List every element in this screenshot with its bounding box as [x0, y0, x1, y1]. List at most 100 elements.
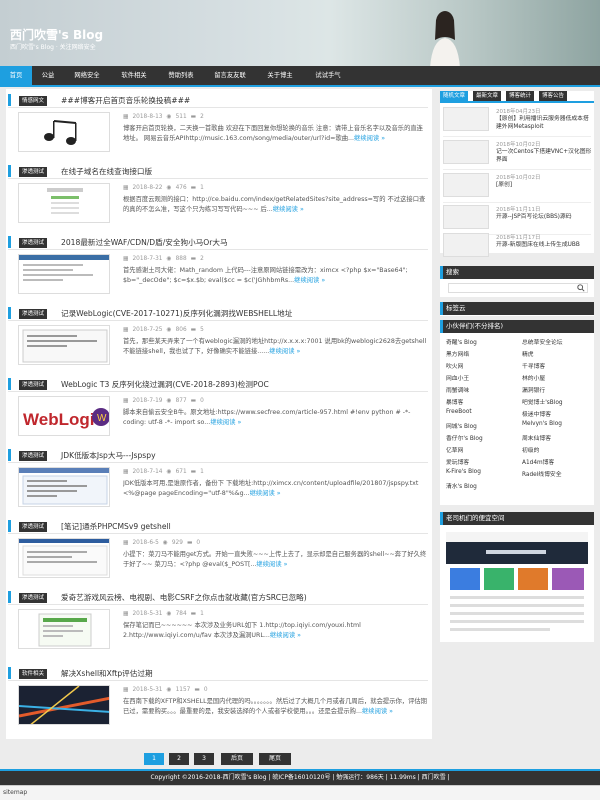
nav-item-about[interactable]: 关于博主 — [256, 66, 304, 85]
friend-link[interactable]: 爱玩博客 — [446, 457, 469, 466]
nav-item-software[interactable]: 软件相关 — [111, 66, 157, 85]
article-thumbnail[interactable] — [443, 107, 489, 131]
post-thumbnail[interactable] — [18, 325, 110, 365]
read-more-link[interactable]: 继续阅读 » — [294, 277, 325, 284]
post-comments[interactable]: 0 — [204, 687, 208, 693]
friend-link[interactable]: A1d4m博客 — [522, 457, 554, 466]
nav-item-links[interactable]: 留言友友联 — [205, 66, 255, 85]
recent-article[interactable]: 2018年11月17日 开源-新版图床在线上传生成UBB — [440, 231, 594, 261]
friend-link[interactable]: K-Fire's Blog — [446, 469, 481, 475]
friend-link[interactable]: 漏洞银行 — [522, 385, 545, 394]
post-comments[interactable]: 2 — [200, 256, 204, 262]
friend-link[interactable]: 网城's Blog — [446, 421, 477, 430]
friend-link[interactable]: 亿草网 — [446, 445, 463, 454]
friend-link[interactable]: 雨蟹调味 — [446, 385, 469, 394]
article-thumbnail[interactable] — [443, 173, 489, 197]
post-category[interactable]: 情感网文 — [19, 96, 48, 106]
post-title[interactable]: ###博客开启首页音乐轮换投稿### — [61, 95, 190, 106]
post-thumbnail[interactable] — [18, 609, 110, 649]
friend-link[interactable]: FreeBoot — [446, 409, 472, 415]
nav-item-security[interactable]: 网络安全 — [64, 66, 110, 85]
post-comments[interactable]: 0 — [196, 540, 200, 546]
read-more-link[interactable]: 继续阅读 » — [362, 708, 393, 715]
post-comments[interactable]: 5 — [200, 327, 204, 333]
friend-link[interactable]: 黑方网络 — [446, 349, 469, 358]
read-more-link[interactable]: 继续阅读 » — [354, 135, 385, 142]
post-title[interactable]: 记录WebLogic(CVE-2017-10271)反序列化漏洞找WEBSHEL… — [61, 308, 292, 319]
article-title[interactable]: 开源-新版图床在线上传生成UBB — [496, 241, 592, 257]
friend-link[interactable]: 清水's Blog — [446, 481, 477, 490]
friend-link[interactable]: 周末仙博客 — [522, 433, 551, 442]
promo-banner-image[interactable] — [446, 532, 588, 638]
tab-blog-notice[interactable]: 博客公告 — [539, 91, 568, 101]
friend-link[interactable]: 奇醒's Blog — [446, 337, 477, 346]
nav-item-random[interactable]: 试试手气 — [305, 66, 351, 85]
friend-link[interactable]: 吹火网 — [446, 361, 463, 370]
friend-link[interactable]: 香仔尔's Blog — [446, 433, 483, 442]
read-more-link[interactable]: 继续阅读 » — [210, 419, 241, 426]
friend-link[interactable]: Melvyn's Blog — [522, 421, 562, 427]
post-comments[interactable]: 1 — [200, 611, 204, 617]
read-more-link[interactable]: 继续阅读 » — [269, 348, 300, 355]
post-title[interactable]: 爱奇艺游戏风云榜、电视剧、电影CSRF之你点击就收藏(官方SRC已忽略) — [61, 592, 307, 603]
page-3-button[interactable]: 3 — [194, 753, 214, 765]
friend-link[interactable]: 暴博客 — [446, 397, 463, 406]
friend-link[interactable]: 初级的 — [522, 445, 539, 454]
page-2-button[interactable]: 2 — [169, 753, 189, 765]
post-thumbnail[interactable] — [18, 112, 110, 152]
post-category[interactable]: 渗透测试 — [19, 238, 48, 248]
article-thumbnail[interactable] — [443, 140, 489, 164]
nav-item-charity[interactable]: 公益 — [33, 66, 63, 85]
post-category[interactable]: 渗透测试 — [19, 451, 48, 461]
read-more-link[interactable]: 继续阅读 » — [250, 490, 281, 497]
friend-link[interactable]: 林的小屋 — [522, 373, 545, 382]
post-category[interactable]: 软件相关 — [19, 669, 48, 679]
nav-item-home[interactable]: 首页 — [0, 66, 32, 85]
read-more-link[interactable]: 继续阅读 » — [273, 206, 304, 213]
post-title[interactable]: WebLogic T3 反序列化绕过漏洞(CVE-2018-2893)检测POC — [61, 379, 269, 390]
article-title[interactable]: 开源--JSP百写论坛(BBS)源码 — [496, 213, 592, 229]
friend-link[interactable]: 吧觉博士'sBlog — [522, 397, 563, 406]
read-more-link[interactable]: 继续阅读 » — [256, 561, 287, 568]
friend-link[interactable]: Radel线博安全 — [522, 469, 562, 478]
friend-link[interactable]: 总统草安全论坛 — [522, 337, 563, 346]
tab-random-articles[interactable]: 随机文章 — [440, 91, 469, 101]
post-thumbnail[interactable] — [18, 538, 110, 578]
post-comments[interactable]: 0 — [200, 398, 204, 404]
tab-latest-articles[interactable]: 最新文章 — [473, 91, 502, 101]
search-icon[interactable] — [577, 284, 585, 292]
article-title[interactable]: 记一次Centos下搭建VNC+汉化图形界面 — [496, 148, 592, 164]
recent-article[interactable]: 2018年04月23日 【原创】利用播讯云服务器低成本搭建外网Metasploit — [440, 105, 594, 135]
article-thumbnail[interactable] — [443, 205, 489, 229]
article-thumbnail[interactable] — [443, 233, 489, 257]
article-title[interactable]: [原创] — [496, 181, 592, 197]
post-title[interactable]: JDK低版本Jsp大马---Jspspy — [61, 450, 156, 461]
post-comments[interactable]: 1 — [200, 469, 204, 475]
post-category[interactable]: 渗透测试 — [19, 593, 48, 603]
post-category[interactable]: 渗透测试 — [19, 309, 48, 319]
tab-blog-stats[interactable]: 博客统计 — [506, 91, 535, 101]
post-title[interactable]: [笔记]通杀PHPCMSv9 getshell — [61, 521, 171, 532]
recent-article[interactable]: 2018年11月11日 开源--JSP百写论坛(BBS)源码 — [440, 203, 594, 233]
post-thumbnail[interactable] — [18, 254, 110, 294]
post-category[interactable]: 渗透测试 — [19, 522, 48, 532]
friend-link[interactable]: 精虎 — [522, 349, 534, 358]
post-thumbnail[interactable] — [18, 685, 110, 725]
post-thumbnail[interactable] — [18, 467, 110, 507]
search-input[interactable] — [448, 283, 588, 293]
post-title[interactable]: 2018最新过全WAF/CDN/D盾/安全狗小马Or大马 — [61, 237, 228, 248]
nav-item-sponsors[interactable]: 赞助列表 — [158, 66, 204, 85]
page-1-button[interactable]: 1 — [144, 753, 164, 765]
post-category[interactable]: 渗透测试 — [19, 380, 48, 390]
site-title[interactable]: 西门吹雪's Blog — [10, 26, 103, 43]
friend-link[interactable]: 网血小王 — [446, 373, 469, 382]
article-title[interactable]: 【原创】利用播讯云服务器低成本搭建外网Metasploit — [496, 115, 592, 131]
post-thumbnail[interactable]: WebLogic W — [18, 396, 110, 436]
read-more-link[interactable]: 继续阅读 » — [270, 632, 301, 639]
post-comments[interactable]: 2 — [200, 114, 204, 120]
friend-link[interactable]: 千寻博客 — [522, 361, 545, 370]
next-page-button[interactable]: 后页 — [221, 753, 253, 765]
last-page-button[interactable]: 尾页 — [259, 753, 291, 765]
friend-link[interactable]: 极迷中博客 — [522, 409, 551, 418]
post-title[interactable]: 在线子域名在线查询接口版 — [61, 166, 152, 177]
